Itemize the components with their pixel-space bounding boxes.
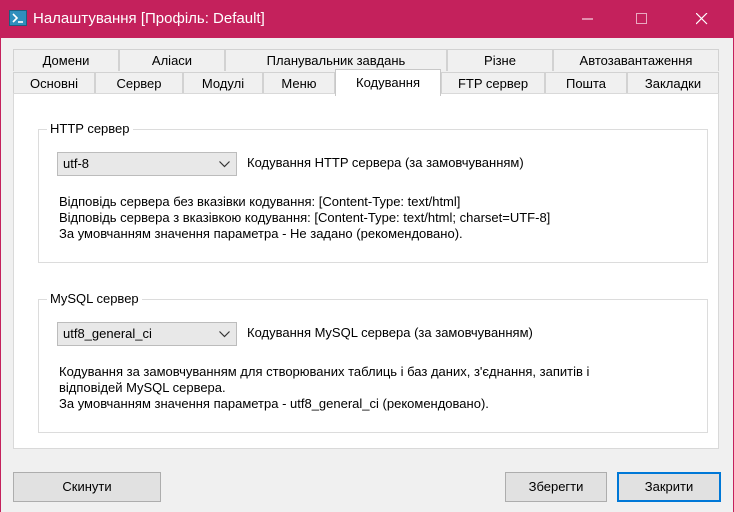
tab-autostart[interactable]: Автозавантаження	[553, 49, 719, 71]
close-window-button[interactable]	[679, 0, 725, 38]
mysql-desc-line-3: За умовчанням значення параметра - utf8_…	[59, 396, 489, 411]
tab-domains[interactable]: Домени	[13, 49, 119, 71]
reset-button[interactable]: Скинути	[13, 472, 161, 502]
http-encoding-value: utf-8	[63, 156, 90, 171]
tab-row-bottom: Основні Сервер Модулі Меню Кодування FTP…	[13, 69, 719, 96]
http-encoding-label: Кодування HTTP сервера (за замовчуванням…	[247, 155, 524, 170]
title-bar[interactable]: Налаштування [Профіль: Default]	[1, 0, 733, 38]
tab-aliases[interactable]: Аліаси	[119, 49, 225, 71]
tab-ftp-server[interactable]: FTP сервер	[441, 72, 545, 94]
tab-modules[interactable]: Модулі	[183, 72, 263, 94]
maximize-icon	[636, 13, 647, 24]
tab-mail[interactable]: Пошта	[545, 72, 627, 94]
http-server-group: HTTP сервер utf-8 Кодування HTTP сервера…	[38, 121, 708, 263]
mysql-encoding-select[interactable]: utf8_general_ci	[57, 322, 237, 346]
chevron-down-icon	[219, 161, 230, 168]
chevron-down-icon	[219, 331, 230, 338]
tab-bookmarks[interactable]: Закладки	[627, 72, 719, 94]
http-encoding-select[interactable]: utf-8	[57, 152, 237, 176]
tab-encoding[interactable]: Кодування	[335, 69, 441, 96]
mysql-desc-line-2: відповідей MySQL сервера.	[59, 380, 226, 395]
mysql-encoding-label: Кодування MySQL сервера (за замовчування…	[247, 325, 533, 340]
mysql-server-group: MySQL сервер utf8_general_ci Кодування M…	[38, 291, 708, 433]
maximize-button[interactable]	[619, 0, 665, 38]
mysql-desc-line-1: Кодування за замовчуванням для створюван…	[59, 364, 590, 379]
minimize-icon	[582, 18, 593, 20]
http-desc-line-2: Відповідь сервера з вказівкою кодування:…	[59, 210, 551, 225]
close-icon	[696, 13, 708, 25]
http-desc-line-1: Відповідь сервера без вказівки кодування…	[59, 194, 461, 209]
window-title: Налаштування [Профіль: Default]	[33, 10, 265, 27]
mysql-group-title: MySQL сервер	[47, 291, 142, 306]
http-group-title: HTTP сервер	[47, 121, 133, 136]
encoding-panel: HTTP сервер utf-8 Кодування HTTP сервера…	[13, 93, 719, 449]
terminal-app-icon	[9, 10, 27, 26]
tab-general[interactable]: Основні	[13, 72, 95, 94]
http-desc-line-3: За умовчанням значення параметра - Не за…	[59, 226, 463, 241]
tab-misc[interactable]: Різне	[447, 49, 553, 71]
close-button[interactable]: Закрити	[617, 472, 721, 502]
tab-menu[interactable]: Меню	[263, 72, 335, 94]
settings-window: Налаштування [Профіль: Default] Домени А…	[0, 0, 734, 512]
tab-row-top: Домени Аліаси Планувальник завдань Різне…	[13, 49, 719, 71]
minimize-button[interactable]	[565, 0, 611, 38]
tab-server[interactable]: Сервер	[95, 72, 183, 94]
tab-scheduler[interactable]: Планувальник завдань	[225, 49, 447, 71]
mysql-encoding-value: utf8_general_ci	[63, 326, 152, 341]
save-button[interactable]: Зберегти	[505, 472, 607, 502]
